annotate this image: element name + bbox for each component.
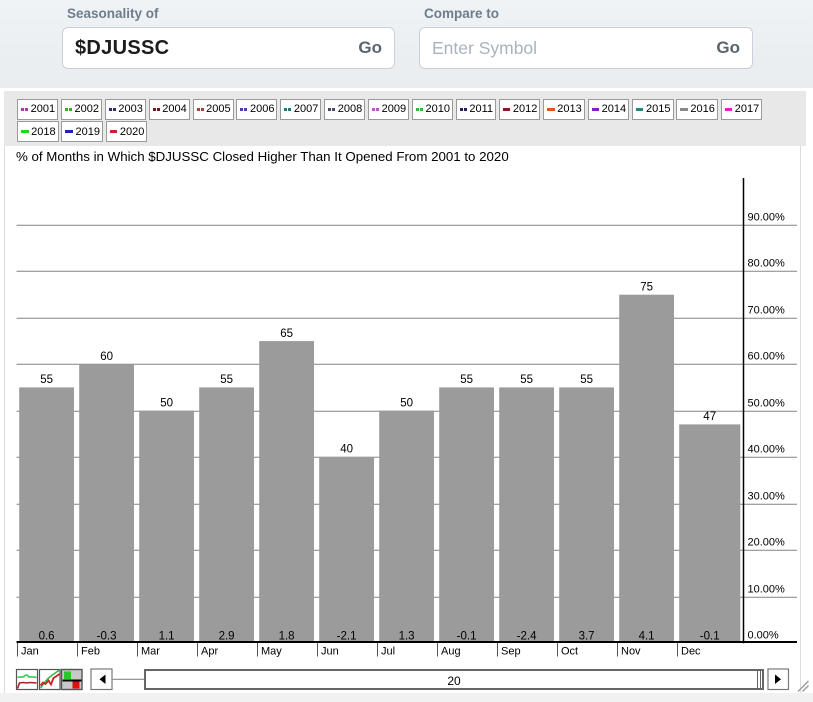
svg-text:0.6: 0.6 — [39, 630, 55, 642]
svg-text:55: 55 — [40, 374, 53, 386]
svg-text:Jan: Jan — [21, 646, 39, 658]
svg-text:50: 50 — [160, 397, 173, 409]
svg-text:55: 55 — [520, 374, 533, 386]
svg-text:-2.4: -2.4 — [517, 630, 537, 642]
svg-text:50: 50 — [400, 397, 413, 409]
svg-text:Apr: Apr — [201, 646, 218, 658]
svg-text:-2.1: -2.1 — [337, 630, 357, 642]
svg-text:Aug: Aug — [441, 646, 461, 658]
svg-text:0.00%: 0.00% — [748, 630, 779, 642]
svg-text:1.1: 1.1 — [159, 630, 175, 642]
svg-text:65: 65 — [280, 328, 293, 340]
svg-text:Sep: Sep — [501, 646, 521, 658]
svg-text:20.00%: 20.00% — [748, 537, 786, 549]
svg-text:60: 60 — [100, 351, 113, 363]
svg-text:3.7: 3.7 — [579, 630, 595, 642]
svg-text:Jun: Jun — [321, 646, 339, 658]
svg-text:Jul: Jul — [381, 646, 395, 658]
svg-text:10.00%: 10.00% — [748, 584, 786, 596]
svg-text:Oct: Oct — [561, 646, 578, 658]
svg-text:1.8: 1.8 — [279, 630, 295, 642]
svg-text:80.00%: 80.00% — [748, 258, 786, 270]
svg-text:55: 55 — [580, 374, 593, 386]
svg-text:40.00%: 40.00% — [748, 444, 786, 456]
svg-text:-0.1: -0.1 — [700, 630, 720, 642]
svg-text:Nov: Nov — [621, 646, 641, 658]
svg-text:1.3: 1.3 — [399, 630, 415, 642]
svg-text:40: 40 — [340, 444, 353, 456]
svg-text:Mar: Mar — [141, 646, 160, 658]
svg-text:50.00%: 50.00% — [748, 398, 786, 410]
svg-text:47: 47 — [703, 411, 716, 423]
svg-text:Dec: Dec — [681, 646, 701, 658]
svg-text:55: 55 — [220, 374, 233, 386]
svg-text:55: 55 — [460, 374, 473, 386]
svg-text:-0.3: -0.3 — [97, 630, 117, 642]
svg-text:Feb: Feb — [81, 646, 100, 658]
svg-text:75: 75 — [640, 282, 653, 294]
svg-text:4.1: 4.1 — [639, 630, 655, 642]
svg-text:-0.1: -0.1 — [457, 630, 477, 642]
svg-text:May: May — [261, 646, 282, 658]
svg-text:90.00%: 90.00% — [748, 212, 786, 224]
svg-text:2.9: 2.9 — [219, 630, 235, 642]
svg-text:70.00%: 70.00% — [748, 305, 786, 317]
svg-text:60.00%: 60.00% — [748, 351, 786, 363]
svg-text:30.00%: 30.00% — [748, 491, 786, 503]
